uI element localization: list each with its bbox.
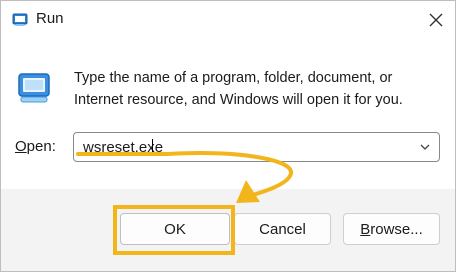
chevron-down-icon[interactable] bbox=[419, 141, 431, 153]
browse-access-key: B bbox=[360, 221, 371, 238]
open-label-text: pen: bbox=[26, 138, 56, 155]
run-app-icon bbox=[12, 12, 28, 28]
window-title: Run bbox=[36, 10, 64, 27]
open-label: Open: bbox=[15, 138, 56, 155]
run-icon bbox=[16, 71, 52, 105]
close-icon bbox=[429, 13, 443, 27]
close-button[interactable] bbox=[419, 3, 453, 37]
ok-highlight-box bbox=[113, 205, 235, 255]
text-caret bbox=[152, 139, 153, 156]
open-label-access-key: O bbox=[15, 138, 27, 155]
cancel-button[interactable]: Cancel bbox=[234, 213, 331, 245]
browse-button[interactable]: Browse... bbox=[343, 213, 440, 245]
browse-label: rowse... bbox=[370, 221, 423, 238]
title-bar: Run bbox=[1, 1, 455, 39]
dialog-description: Type the name of a program, folder, docu… bbox=[74, 70, 403, 108]
open-combobox[interactable]: wsreset.exe bbox=[73, 132, 440, 162]
